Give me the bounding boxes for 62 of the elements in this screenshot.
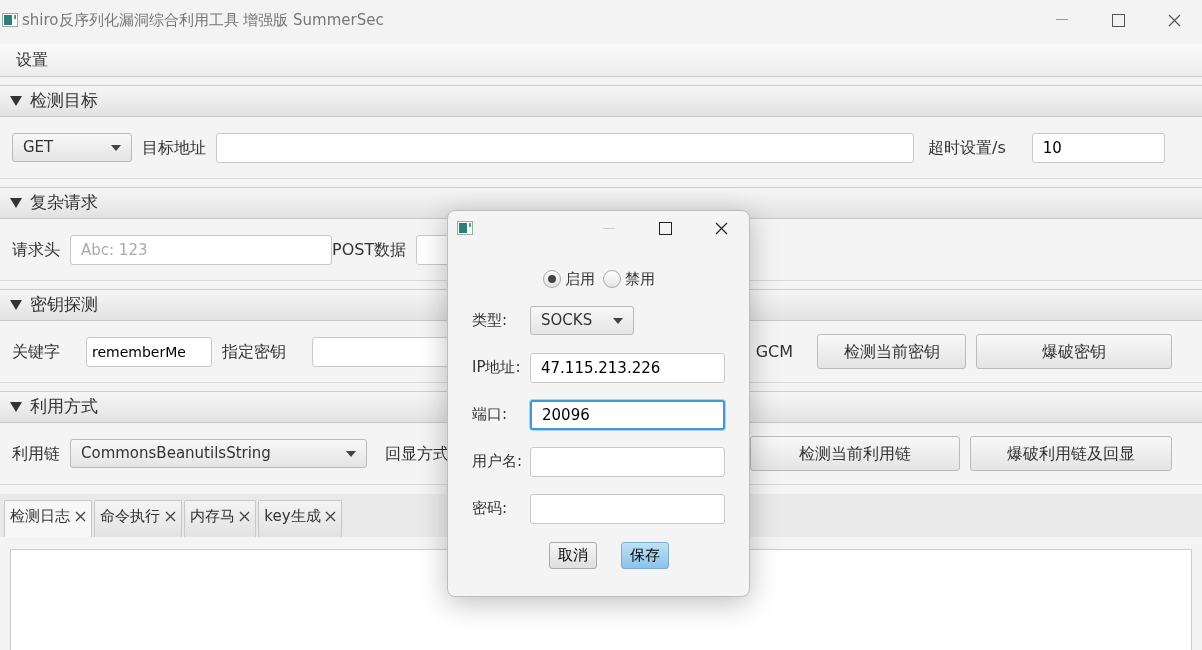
tab[interactable]: 命令执行 — [93, 500, 182, 537]
app-icon — [457, 221, 473, 235]
minimize-icon — [1056, 19, 1068, 21]
field-label: 目标地址 — [142, 136, 206, 159]
menu-item[interactable]: 设置 — [16, 48, 48, 72]
field-label: POST数据 — [332, 238, 407, 261]
url-field[interactable] — [216, 132, 914, 163]
keyword-field[interactable]: rememberMe — [86, 336, 212, 367]
close-icon[interactable] — [164, 511, 176, 522]
dialog-button[interactable]: 取消 — [548, 542, 597, 569]
field-label: IP地址: — [472, 357, 522, 379]
field-label: 用户名: — [472, 451, 524, 473]
action-button[interactable]: 爆破密钥 — [976, 334, 1172, 369]
method-dropdown[interactable]: GET — [12, 133, 132, 162]
input-field[interactable]: 20096 — [530, 399, 725, 430]
radio-button[interactable] — [602, 270, 621, 288]
tab[interactable]: 检测日志 — [4, 500, 92, 537]
dropdown-arrow-icon — [613, 317, 623, 324]
chain-dropdown[interactable]: CommonsBeanutilsString — [70, 439, 367, 468]
field-label: 类型: — [472, 310, 509, 332]
window-title: shiro反序列化漏洞综合利用工具 增强版 SummerSec — [22, 9, 385, 31]
field-label: 端口: — [472, 404, 509, 426]
radio-label[interactable]: 启用 — [564, 267, 595, 291]
maximize-icon — [1111, 13, 1125, 27]
close-icon[interactable] — [74, 511, 86, 522]
collapse-arrow-icon[interactable] — [10, 300, 22, 310]
close-icon[interactable] — [325, 511, 337, 522]
tab[interactable]: 内存马 — [183, 500, 257, 537]
collapse-arrow-icon[interactable] — [10, 96, 22, 106]
close-icon[interactable] — [239, 511, 251, 522]
field-label: 请求头 — [12, 238, 60, 261]
field-label: GCM — [755, 340, 793, 363]
timeout-field[interactable]: 10 — [1031, 132, 1165, 163]
dropdown-arrow-icon — [346, 450, 356, 457]
collapse-arrow-icon[interactable] — [10, 198, 22, 208]
field-label: 密码: — [472, 498, 509, 520]
action-button[interactable]: 爆破利用链及回显 — [970, 436, 1172, 471]
radio-label[interactable]: 禁用 — [624, 267, 655, 291]
action-button[interactable]: 检测当前利用链 — [750, 436, 960, 471]
field-label: 超时设置/s — [928, 136, 1006, 159]
section-title: 检测目标 — [30, 89, 98, 113]
action-button[interactable]: 检测当前密钥 — [817, 334, 966, 369]
input-field[interactable] — [530, 446, 725, 477]
dialog-button[interactable]: 保存 — [620, 542, 669, 569]
input-field[interactable]: 47.115.213.226 — [530, 352, 725, 383]
maximize-icon — [658, 221, 672, 235]
dropdown-arrow-icon — [111, 144, 121, 151]
field-label: 指定密钥 — [222, 340, 286, 363]
field-label: 关键字 — [12, 340, 60, 363]
radio-button[interactable] — [542, 270, 561, 288]
type-dropdown[interactable]: SOCKS — [530, 306, 634, 335]
close-icon — [1167, 13, 1181, 27]
close-icon — [714, 221, 728, 235]
section-title: 利用方式 — [30, 395, 98, 419]
header-field[interactable]: Abc: 123 — [70, 234, 332, 265]
field-label: 利用链 — [12, 442, 60, 465]
tab[interactable]: key生成 — [258, 500, 343, 537]
minimize-icon — [603, 227, 615, 229]
section-title: 复杂请求 — [30, 191, 98, 215]
section-title: 密钥探测 — [30, 293, 98, 317]
collapse-arrow-icon[interactable] — [10, 402, 22, 412]
input-field[interactable] — [530, 493, 725, 524]
